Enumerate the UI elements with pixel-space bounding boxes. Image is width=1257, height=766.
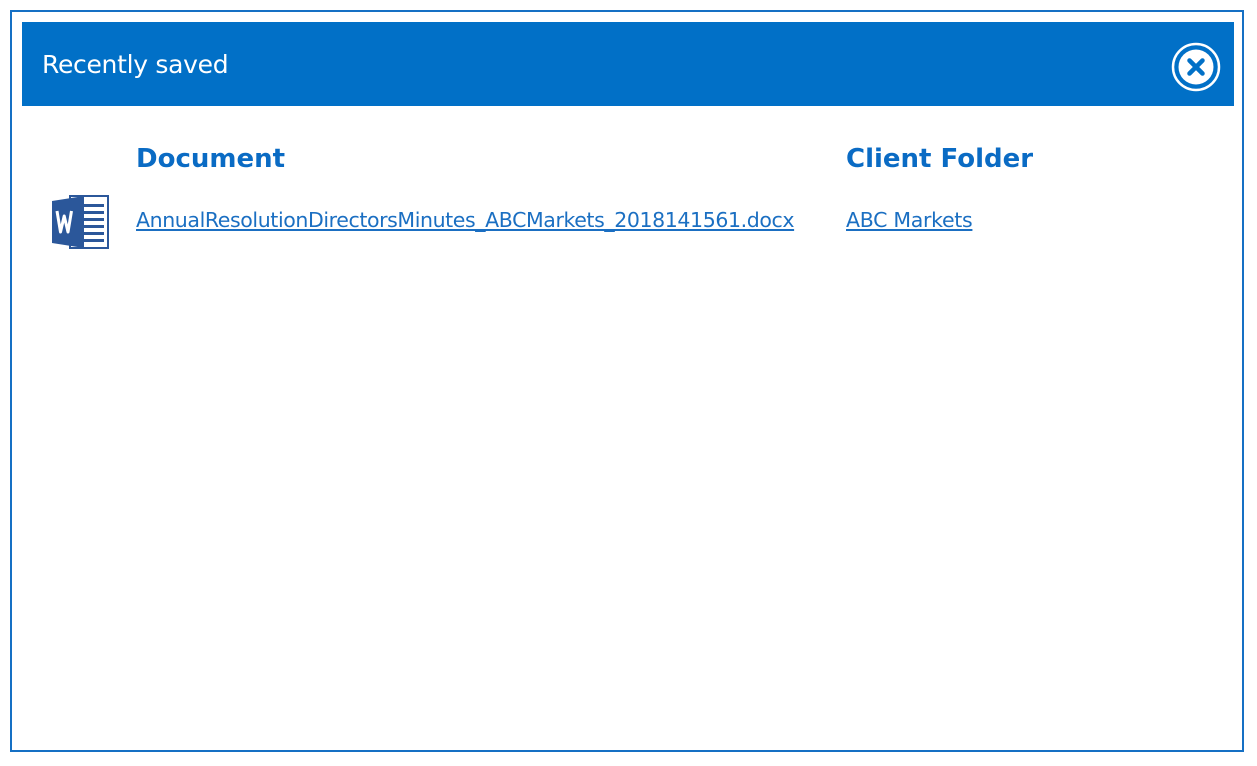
dialog-title: Recently saved: [42, 50, 229, 79]
close-button[interactable]: [1171, 42, 1221, 92]
dialog-titlebar: Recently saved: [22, 22, 1234, 106]
close-circle-icon: [1171, 42, 1221, 92]
recently-saved-dialog: Recently saved Document Client Folder An…: [10, 10, 1244, 752]
word-document-icon: [52, 195, 109, 249]
document-link[interactable]: AnnualResolutionDirectorsMinutes_ABCMark…: [136, 208, 795, 232]
column-header-client-folder: Client Folder: [846, 144, 1034, 174]
client-folder-link[interactable]: ABC Markets: [846, 208, 973, 232]
table-row: AnnualResolutionDirectorsMinutes_ABCMark…: [12, 190, 1242, 252]
column-header-document: Document: [136, 144, 286, 174]
